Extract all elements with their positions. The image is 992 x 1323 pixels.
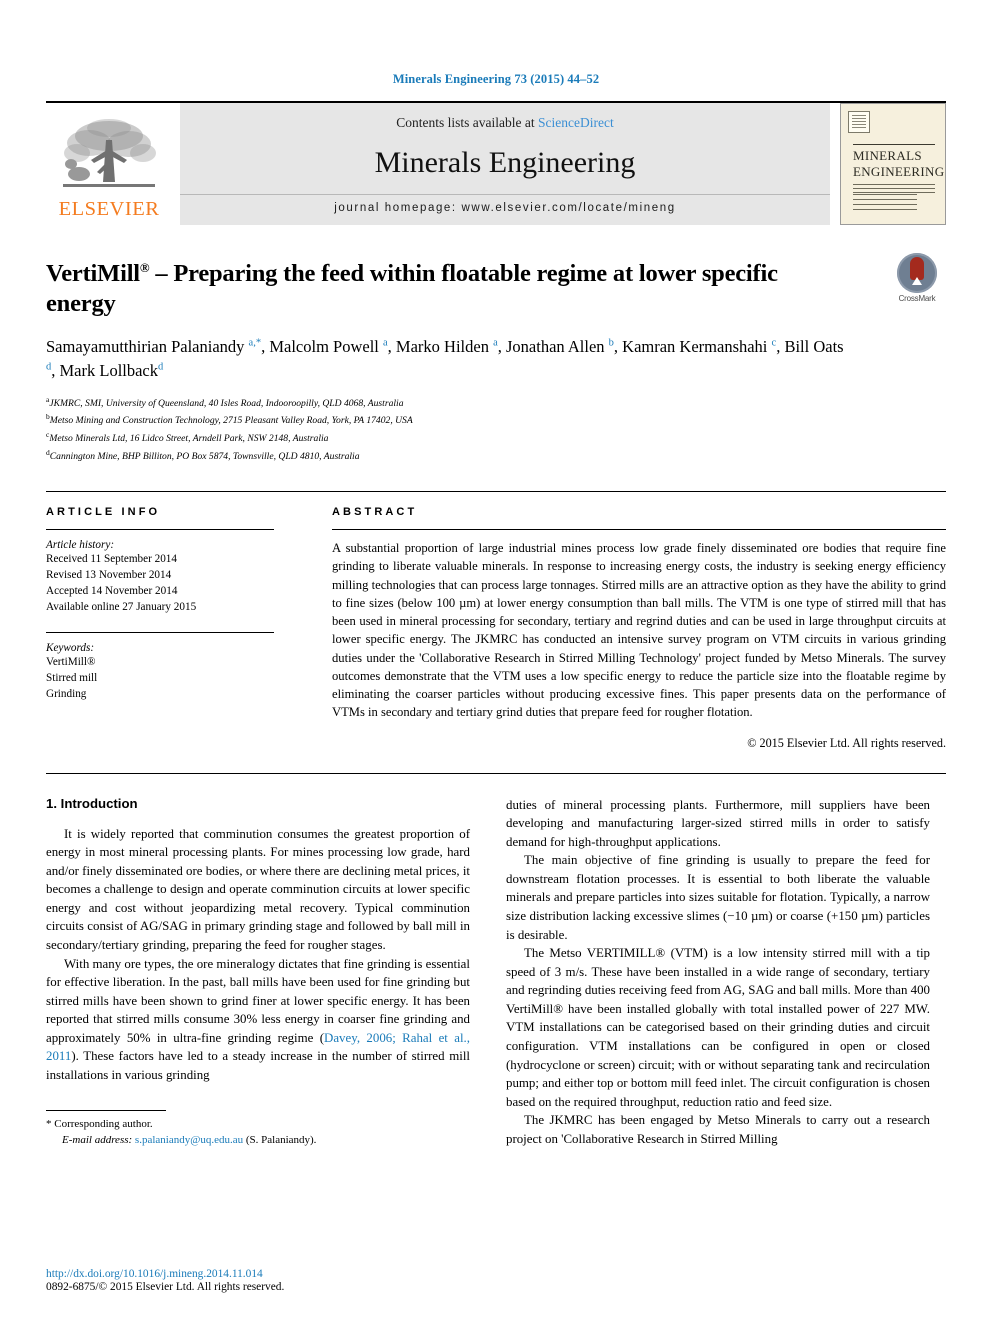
body-left-column: 1. Introduction It is widely reported th…: [46, 796, 470, 1149]
affiliation-list: aJKMRC, SMI, University of Queensland, 4…: [46, 394, 946, 465]
keyword-item: Grinding: [46, 687, 87, 700]
crossmark-badge[interactable]: CrossMark: [888, 253, 946, 303]
journal-homepage[interactable]: journal homepage: www.elsevier.com/locat…: [180, 194, 830, 214]
intro-paragraph-5: The Metso VERTIMILL® (VTM) is a low inte…: [506, 946, 930, 1109]
intro-p2-post: ). These factors have led to a steady in…: [46, 1049, 470, 1083]
footnote-divider: [46, 1109, 166, 1111]
author-list: Samayamutthirian Palaniandy a,*, Malcolm…: [46, 336, 844, 380]
elsevier-logo: ELSEVIER: [46, 103, 172, 225]
email-link[interactable]: s.palaniandy@uq.edu.au: [135, 1134, 243, 1146]
keyword-item: Stirred mill: [46, 671, 98, 684]
crossmark-icon: [897, 253, 937, 293]
section-heading-introduction: 1. Introduction: [46, 795, 138, 811]
elsevier-tree-icon: [63, 118, 156, 187]
footnote-block: * Corresponding author. E-mail address: …: [46, 1109, 470, 1149]
info-abstract-row: ARTICLE INFO Article history: Received 1…: [46, 491, 946, 751]
article-history-revised: Revised 13 November 2014: [46, 569, 172, 582]
running-head: Minerals Engineering 73 (2015) 44–52: [392, 72, 600, 86]
contents-available-line: Contents lists available at ScienceDirec…: [396, 115, 613, 131]
title-main: VertiMill: [46, 260, 140, 287]
article-history-accepted: Accepted 14 November 2014: [46, 585, 178, 598]
crossmark-label: CrossMark: [898, 294, 936, 303]
doi-link[interactable]: http://dx.doi.org/10.1016/j.mineng.2014.…: [46, 1268, 476, 1280]
elsevier-wordmark: ELSEVIER: [58, 197, 160, 220]
keyword-item: VertiMill®: [46, 655, 96, 668]
page-title: VertiMill® – Preparing the feed within f…: [46, 259, 836, 319]
affiliation-a: aJKMRC, SMI, University of Queensland, 4…: [46, 394, 946, 412]
affiliation-text-c: Metso Minerals Ltd, 16 Lidco Street, Arn…: [49, 433, 329, 445]
cover-rule: [853, 144, 935, 145]
copyright-line: © 2015 Elsevier Ltd. All rights reserved…: [747, 735, 946, 750]
article-info-divider-bottom: [46, 631, 274, 633]
sciencedirect-link[interactable]: ScienceDirect: [538, 115, 614, 130]
abstract-column: ABSTRACT A substantial proportion of lar…: [314, 506, 946, 751]
article-page: Minerals Engineering 73 (2015) 44–52 ELS…: [0, 0, 992, 1323]
cover-footer-lines: [853, 194, 917, 210]
article-info-column: ARTICLE INFO Article history: Received 1…: [46, 506, 314, 751]
intro-paragraph-2: With many ore types, the ore mineralogy …: [46, 955, 470, 1085]
affiliation-text-b: Metso Mining and Construction Technology…: [49, 415, 413, 427]
title-block: VertiMill® – Preparing the feed within f…: [46, 253, 946, 319]
abstract-text: A substantial proportion of large indust…: [332, 541, 946, 720]
intro-paragraph-1: It is widely reported that comminution c…: [46, 826, 470, 952]
email-note: E-mail address: s.palaniandy@uq.edu.au (…: [46, 1133, 470, 1149]
doi-block: http://dx.doi.org/10.1016/j.mineng.2014.…: [46, 1268, 476, 1293]
article-info-divider-top: [46, 529, 274, 531]
affiliation-d: dCannington Mine, BHP Billiton, PO Box 5…: [46, 447, 946, 465]
email-owner: (S. Palaniandy).: [245, 1133, 317, 1146]
body-columns: 1. Introduction It is widely reported th…: [46, 772, 946, 1149]
abstract-divider: [332, 529, 946, 531]
intro-paragraph-6: The JKMRC has been engaged by Metso Mine…: [506, 1113, 930, 1146]
intro-paragraph-3: duties of mineral processing plants. Fur…: [506, 797, 930, 849]
journal-cover-thumbnail: MINERALS ENGINEERING: [840, 103, 946, 225]
body-right-column: duties of mineral processing plants. Fur…: [506, 796, 930, 1149]
corresponding-author-note: * Corresponding author.: [46, 1117, 153, 1130]
article-history-label: Article history:: [46, 539, 115, 552]
abstract-heading: ABSTRACT: [332, 506, 418, 519]
cover-title-line2: ENGINEERING: [853, 164, 945, 179]
affiliation-c: cMetso Minerals Ltd, 16 Lidco Street, Ar…: [46, 429, 946, 447]
cover-title-line1: MINERALS: [853, 148, 922, 163]
cover-elsevier-icon: [848, 111, 870, 133]
title-registered-mark: ®: [139, 259, 150, 275]
article-history-received: Received 11 September 2014: [46, 553, 177, 566]
affiliation-text-a: JKMRC, SMI, University of Queensland, 40…: [49, 397, 404, 409]
keywords-block: Keywords: VertiMill® Stirred mill Grindi…: [46, 642, 296, 702]
article-info-heading: ARTICLE INFO: [46, 506, 161, 519]
intro-paragraph-4: The main objective of fine grinding is u…: [506, 853, 930, 942]
contents-prefix: Contents lists available at: [396, 115, 538, 130]
title-rest: – Preparing the feed within floatable re…: [46, 260, 778, 317]
issn-copyright-line: 0892-6875/© 2015 Elsevier Ltd. All right…: [46, 1281, 285, 1293]
journal-title: Minerals Engineering: [374, 145, 636, 179]
journal-masthead: ELSEVIER Contents lists available at Sci…: [46, 101, 946, 225]
keywords-label: Keywords:: [46, 641, 95, 654]
affiliation-b: bMetso Mining and Construction Technolog…: [46, 411, 946, 429]
article-history-online: Available online 27 January 2015: [46, 601, 197, 614]
masthead-center: Contents lists available at ScienceDirec…: [180, 103, 830, 225]
affiliation-text-d: Cannington Mine, BHP Billiton, PO Box 58…: [49, 451, 360, 463]
email-label: E-mail address:: [62, 1133, 133, 1146]
